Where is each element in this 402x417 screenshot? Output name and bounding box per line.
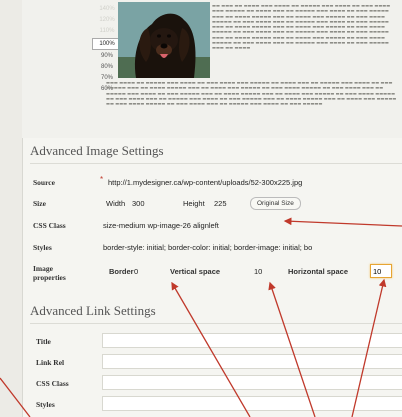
arrow-to-vertical-space: [268, 281, 316, 417]
arrow-to-css-class: [283, 217, 402, 227]
annotation-arrows: [0, 217, 402, 417]
arrow-to-border: [171, 281, 251, 417]
arrow-to-horizontal-space: [351, 278, 387, 417]
arrow-left-edge: [0, 377, 31, 417]
